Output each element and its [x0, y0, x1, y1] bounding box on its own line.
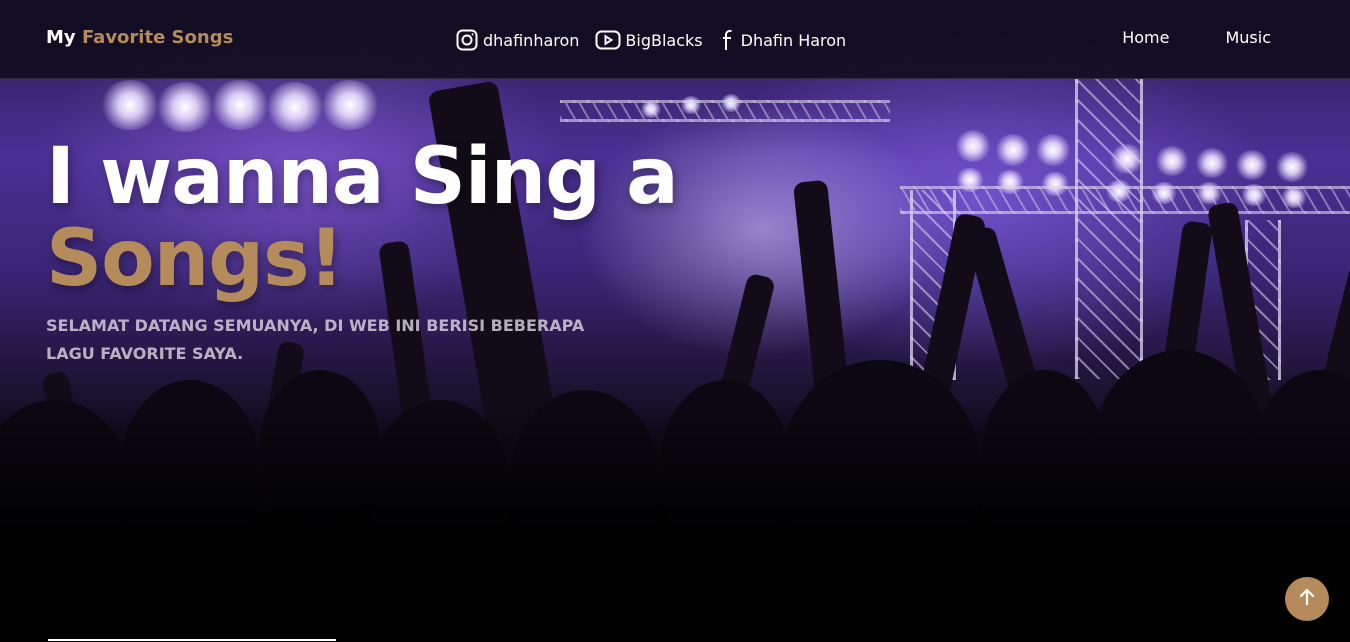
page: My Favorite Songs dhafinharon BigBlacks …	[0, 0, 1350, 642]
nav-music-link[interactable]: Music	[1225, 28, 1271, 47]
hero-title: I wanna Sing a Songs!	[46, 136, 679, 304]
instagram-link[interactable]: dhafinharon	[455, 28, 579, 52]
navbar: My Favorite Songs dhafinharon BigBlacks …	[0, 0, 1350, 79]
instagram-icon	[455, 28, 479, 52]
section-divider	[48, 639, 336, 641]
brand-prefix: My	[46, 27, 76, 48]
youtube-label: BigBlacks	[625, 30, 703, 50]
facebook-label: Dhafin Haron	[740, 30, 847, 50]
arrow-up-icon	[1297, 587, 1317, 611]
hero-title-line1: I wanna Sing a	[46, 132, 679, 222]
brand-accent: Favorite Songs	[81, 27, 234, 48]
facebook-link[interactable]: Dhafin Haron	[719, 28, 847, 52]
hero-title-accent: Songs!	[46, 214, 344, 304]
facebook-icon	[719, 28, 737, 52]
instagram-label: dhafinharon	[483, 30, 580, 50]
youtube-link[interactable]: BigBlacks	[595, 29, 703, 51]
youtube-icon	[595, 29, 621, 51]
nav-home-link[interactable]: Home	[1122, 28, 1169, 47]
hero-subtitle: SELAMAT DATANG SEMUANYA, DI WEB INI BERI…	[46, 316, 585, 363]
back-to-top-button[interactable]	[1285, 577, 1329, 621]
nav-menu: Home Music	[1122, 28, 1271, 47]
social-links: dhafinharon BigBlacks Dhafin Haron	[455, 28, 846, 52]
brand-logo[interactable]: My Favorite Songs	[46, 27, 233, 48]
